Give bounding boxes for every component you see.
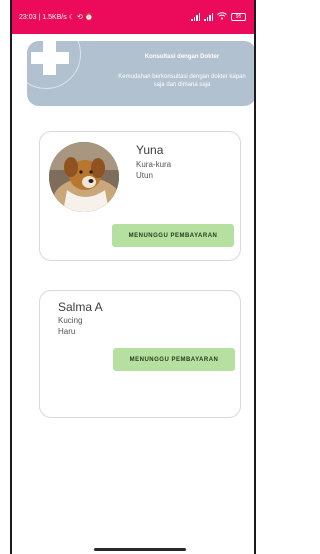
moon-icon: ☾ [68, 14, 76, 21]
signal-icon [191, 13, 200, 21]
banner-title: Konsultasi dengan Dokter [144, 54, 220, 60]
phone-screen: 23:03 | 1.5KB/s ☾ ⟲ ⏰ 95 Konsultasi deng… [10, 0, 256, 554]
awaiting-payment-button[interactable]: MENUNGGU PEMBAYARAN [112, 224, 234, 247]
signal-icon-2 [204, 13, 213, 21]
pet-photo [49, 142, 119, 212]
wifi-icon [217, 12, 227, 22]
consult-doctor-banner[interactable]: Konsultasi dengan Dokter Kemudahan berko… [27, 41, 254, 106]
pet-type: Kucing [58, 316, 83, 325]
status-bar: 23:03 | 1.5KB/s ☾ ⟲ ⏰ 95 [12, 0, 254, 34]
status-left: 23:03 | 1.5KB/s ☾ ⟲ ⏰ [19, 13, 94, 22]
consultation-card[interactable]: Salma A Kucing Haru MENUNGGU PEMBAYARAN [39, 290, 241, 418]
battery-icon: 95 [231, 13, 246, 21]
pet-complaint: Utun [136, 171, 153, 180]
pet-name: Yuna [136, 143, 164, 157]
pet-type: Kura-kura [136, 160, 172, 169]
banner-description: Kemudahan berkonsultasi dengan dokter ka… [118, 74, 246, 88]
consultation-card[interactable]: Yuna Kura-kura Utun MENUNGGU PEMBAYARAN [39, 131, 241, 261]
medical-plus-icon [31, 41, 69, 79]
awaiting-payment-button[interactable]: MENUNGGU PEMBAYARAN [113, 348, 235, 371]
alarm-icon: ⏰ [84, 14, 94, 21]
pet-name: Salma A [58, 300, 103, 314]
home-indicator[interactable] [94, 548, 186, 551]
sync-icon: ⟲ [77, 14, 83, 21]
status-time: 23:03 | 1.5KB/s [19, 13, 67, 21]
pet-complaint: Haru [58, 327, 76, 336]
status-right: 95 [191, 12, 246, 22]
